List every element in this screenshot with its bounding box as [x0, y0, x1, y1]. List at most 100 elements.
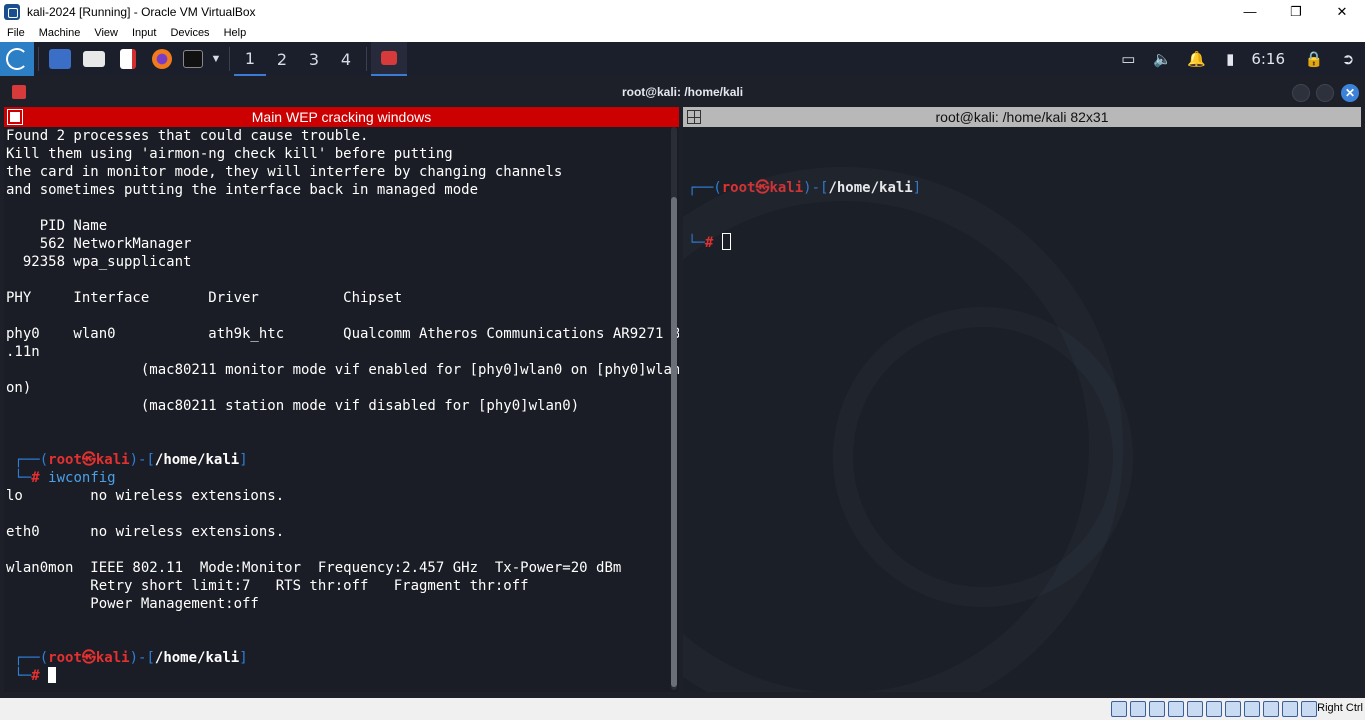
cpu-icon[interactable]: [1263, 701, 1279, 717]
hard-disk-icon[interactable]: [1111, 701, 1127, 717]
terminal-minimize-button[interactable]: [1292, 84, 1310, 102]
taskbar-terminal-window[interactable]: [371, 42, 407, 76]
prompt-frame: ]: [239, 650, 248, 666]
workspace-4[interactable]: 4: [330, 42, 362, 76]
shared-folders-icon[interactable]: [1206, 701, 1222, 717]
output-line: wlan0mon IEEE 802.11 Mode:Monitor Freque…: [6, 560, 622, 576]
prompt-user: root: [48, 452, 82, 468]
panel-separator: [38, 47, 39, 71]
text-editor-button[interactable]: [111, 42, 145, 76]
display-status-icon[interactable]: [1225, 701, 1241, 717]
vm-status-icons: [1111, 701, 1317, 717]
restore-button[interactable]: ❐: [1273, 0, 1319, 23]
battery-icon[interactable]: ▮: [1213, 42, 1247, 76]
prompt-line: ┌──(root㉿kali)-[/home/kali]: [6, 649, 679, 667]
audio-icon[interactable]: [1149, 701, 1165, 717]
left-terminal-pane[interactable]: Main WEP cracking windows Found 2 proces…: [4, 107, 679, 692]
right-pane-header[interactable]: root@kali: /home/kali 82x31: [683, 107, 1361, 127]
clock[interactable]: 6:16: [1247, 50, 1297, 68]
left-terminal-output[interactable]: Found 2 processes that could cause troub…: [4, 127, 679, 685]
panel-separator: [229, 47, 230, 71]
firefox-button[interactable]: [145, 42, 179, 76]
video-capture-icon[interactable]: [1244, 701, 1260, 717]
output-line: phy0 wlan0 ath9k_htc Qualcomm Atheros Co…: [6, 326, 679, 342]
kali-menu-button[interactable]: [0, 42, 34, 76]
usb-icon[interactable]: [1187, 701, 1203, 717]
output-line: (mac80211 station mode vif disabled for …: [6, 398, 580, 414]
prompt-frame: └─: [6, 470, 32, 486]
menu-devices[interactable]: Devices: [163, 27, 216, 39]
output-line: Found 2 processes that could cause troub…: [6, 128, 369, 144]
output-line: Kill them using 'airmon-ng check kill' b…: [6, 146, 453, 162]
system-tray: ▭ 🔈 🔔 ▮ 6:16 🔒 ➲: [1111, 42, 1365, 76]
left-scrollbar[interactable]: [671, 127, 677, 690]
workspace-3[interactable]: 3: [298, 42, 330, 76]
folder-icon: [83, 51, 105, 67]
kali-dragon-icon: [6, 48, 28, 70]
logout-icon[interactable]: ➲: [1331, 42, 1365, 76]
prompt-host: kali: [95, 452, 130, 468]
menu-machine[interactable]: Machine: [32, 27, 88, 39]
output-line: on): [6, 380, 32, 396]
output-line: 562 NetworkManager: [6, 236, 192, 252]
output-line: PID Name: [6, 218, 108, 234]
kali-dragon-watermark: [833, 307, 1133, 607]
terminal-maximize-button[interactable]: [1316, 84, 1334, 102]
prompt-user: root: [48, 650, 82, 666]
terminal-dropdown-chevron-icon[interactable]: ▼: [207, 42, 225, 76]
mouse-integration-icon[interactable]: [1282, 701, 1298, 717]
output-line: Retry short limit:7 RTS thr:off Fragment…: [6, 578, 529, 594]
input-line[interactable]: └─#: [6, 667, 679, 685]
pane-split-icon[interactable]: [687, 110, 701, 124]
firefox-icon: [152, 49, 172, 69]
left-scrollbar-thumb[interactable]: [671, 197, 677, 687]
show-desktop-button[interactable]: [43, 42, 77, 76]
terminator-window: root@kali: /home/kali ✕ Main WEP crackin…: [0, 76, 1365, 698]
menu-view[interactable]: View: [87, 27, 125, 39]
text-editor-icon: [120, 49, 136, 69]
terminal-cursor: [48, 667, 57, 683]
menu-file[interactable]: File: [0, 27, 32, 39]
pane-group-icon[interactable]: [7, 109, 23, 125]
terminator-app-icon: [12, 85, 26, 99]
network-icon[interactable]: [1168, 701, 1184, 717]
terminal-titlebar[interactable]: root@kali: /home/kali ✕: [0, 76, 1365, 107]
display-icon[interactable]: ▭: [1111, 42, 1145, 76]
prompt-host: kali: [95, 650, 130, 666]
right-pane-title: root@kali: /home/kali 82x31: [935, 109, 1109, 125]
prompt-frame: ]: [239, 452, 248, 468]
volume-icon[interactable]: 🔈: [1145, 42, 1179, 76]
host-window-title: kali-2024 [Running] - Oracle VM VirtualB…: [27, 4, 256, 19]
virtualbox-icon: [4, 3, 20, 20]
prompt-hash: #: [31, 668, 40, 684]
optical-drive-icon[interactable]: [1130, 701, 1146, 717]
prompt-separator: ㉿: [81, 452, 96, 468]
left-pane-title: Main WEP cracking windows: [251, 109, 432, 125]
prompt-frame: )-[: [129, 452, 155, 468]
right-terminal-pane[interactable]: root@kali: /home/kali 82x31 ┌──(root㉿kal…: [683, 107, 1361, 692]
keyboard-icon[interactable]: [1301, 701, 1317, 717]
notifications-bell-icon[interactable]: 🔔: [1179, 42, 1213, 76]
workspace-1[interactable]: 1: [234, 42, 266, 76]
file-manager-button[interactable]: [77, 42, 111, 76]
menu-input[interactable]: Input: [125, 27, 163, 39]
menu-help[interactable]: Help: [217, 27, 254, 39]
output-line: .11n: [6, 344, 40, 360]
left-pane-header[interactable]: Main WEP cracking windows: [4, 107, 679, 127]
host-titlebar: kali-2024 [Running] - Oracle VM VirtualB…: [0, 0, 1365, 23]
close-button[interactable]: ✕: [1319, 0, 1365, 23]
prompt-line: ┌──(root㉿kali)-[/home/kali]: [6, 451, 679, 469]
host-key-label: Right Ctrl: [1317, 702, 1363, 714]
minimize-button[interactable]: —: [1227, 0, 1273, 23]
command-text: iwconfig: [48, 470, 116, 486]
prompt-dir: /home/kali: [154, 452, 240, 468]
prompt-frame: └─: [6, 668, 32, 684]
workspace-2[interactable]: 2: [266, 42, 298, 76]
terminal-close-button[interactable]: ✕: [1341, 84, 1359, 102]
terminal-launcher-button[interactable]: [179, 42, 207, 76]
lock-screen-icon[interactable]: 🔒: [1297, 42, 1331, 76]
